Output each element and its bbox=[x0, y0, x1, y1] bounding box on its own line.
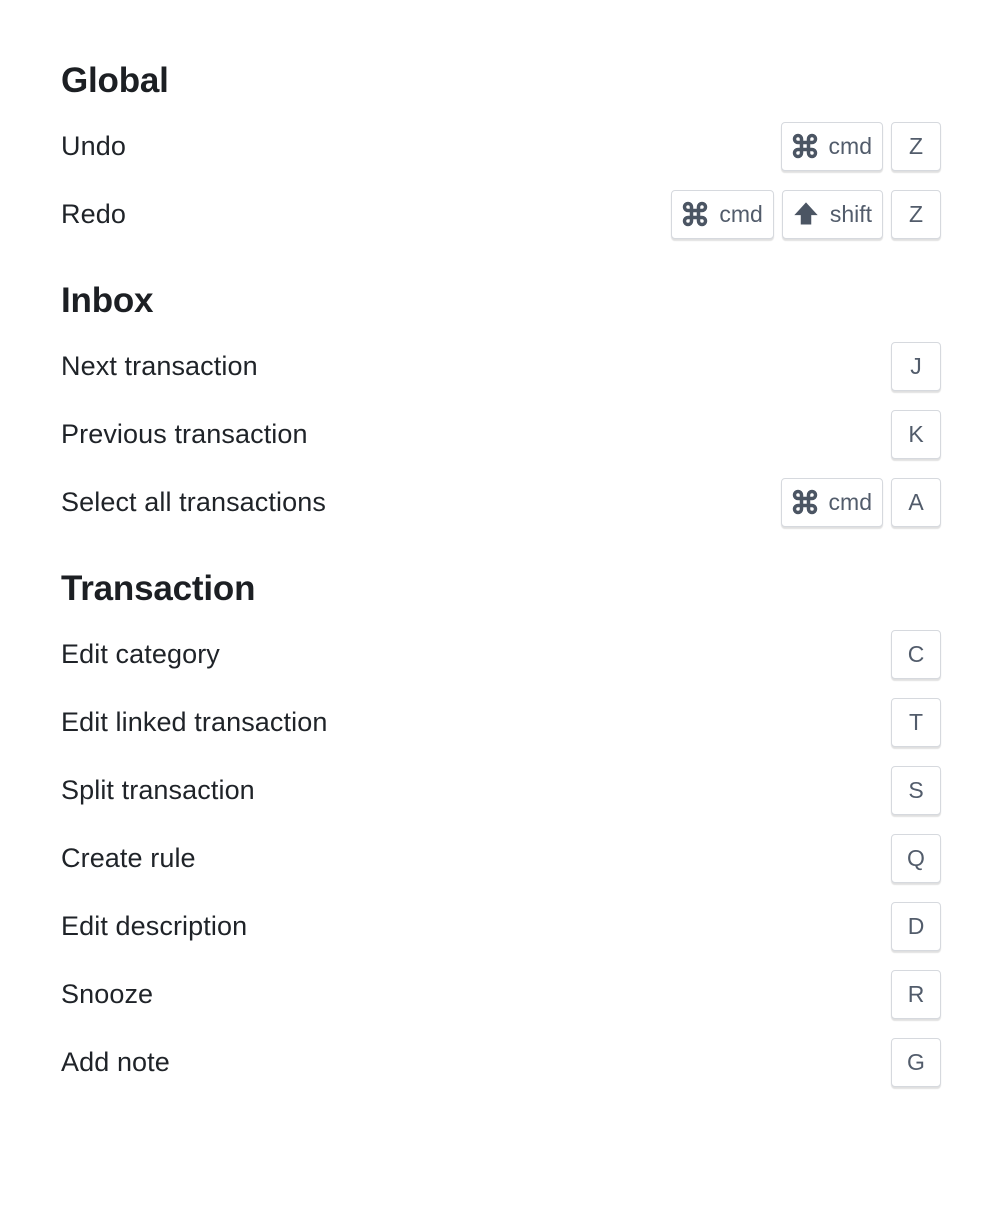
key-label: S bbox=[908, 776, 924, 803]
key-combo: cmd A bbox=[780, 477, 941, 527]
shortcut-row-previous-transaction: Previous transaction K bbox=[61, 400, 941, 468]
shortcut-label: Previous transaction bbox=[61, 418, 308, 449]
shortcut-label: Split transaction bbox=[61, 774, 255, 805]
shortcut-label: Edit category bbox=[61, 638, 220, 669]
shortcut-label: Undo bbox=[61, 130, 126, 161]
key-label: T bbox=[908, 708, 924, 735]
shortcut-row-next-transaction: Next transaction J bbox=[61, 332, 941, 400]
shortcut-row-create-rule: Create rule Q bbox=[61, 824, 941, 892]
key-g: G bbox=[891, 1037, 941, 1087]
shortcut-row-add-note: Add note G bbox=[61, 1028, 941, 1096]
shortcut-label: Create rule bbox=[61, 842, 196, 873]
key-cmd: cmd bbox=[780, 477, 883, 527]
key-combo: J bbox=[891, 341, 941, 391]
key-k: K bbox=[891, 409, 941, 459]
shortcut-label: Edit description bbox=[61, 910, 248, 941]
key-label: K bbox=[908, 420, 924, 447]
key-label: cmd bbox=[828, 488, 872, 515]
shift-arrow-icon bbox=[792, 200, 820, 228]
section-title: Global bbox=[61, 61, 169, 100]
key-combo: T bbox=[891, 697, 941, 747]
key-combo: Q bbox=[891, 833, 941, 883]
key-combo: G bbox=[891, 1037, 941, 1087]
section-transaction: Transaction Edit category C Edit linked … bbox=[61, 564, 941, 1096]
key-t: T bbox=[891, 697, 941, 747]
section-title: Transaction bbox=[61, 569, 256, 608]
command-icon bbox=[791, 132, 819, 160]
shortcut-label: Next transaction bbox=[61, 350, 258, 381]
section-global: Global Undo cmd Z Redo cmd shift Z bbox=[61, 56, 941, 248]
key-d: D bbox=[891, 901, 941, 951]
key-combo: C bbox=[891, 629, 941, 679]
key-label: A bbox=[908, 488, 924, 515]
shortcut-label: Add note bbox=[61, 1046, 170, 1077]
key-label: J bbox=[910, 352, 922, 379]
shortcut-row-edit-description: Edit description D bbox=[61, 892, 941, 960]
key-cmd: cmd bbox=[671, 189, 774, 239]
key-label: R bbox=[907, 980, 925, 1007]
shortcut-row-split-transaction: Split transaction S bbox=[61, 756, 941, 824]
key-label: Z bbox=[908, 200, 924, 227]
key-shift: shift bbox=[781, 189, 883, 239]
shortcut-label: Snooze bbox=[61, 978, 154, 1009]
section-title: Inbox bbox=[61, 281, 154, 320]
key-label: cmd bbox=[719, 200, 763, 227]
key-label: G bbox=[907, 1048, 925, 1075]
key-label: cmd bbox=[828, 132, 872, 159]
shortcut-row-snooze: Snooze R bbox=[61, 960, 941, 1028]
key-a: A bbox=[891, 477, 941, 527]
key-combo: S bbox=[891, 765, 941, 815]
key-combo: cmd Z bbox=[780, 121, 941, 171]
shortcut-label: Redo bbox=[61, 198, 126, 229]
key-r: R bbox=[891, 969, 941, 1019]
key-label: D bbox=[907, 912, 925, 939]
command-icon bbox=[791, 488, 819, 516]
shortcut-label: Edit linked transaction bbox=[61, 706, 328, 737]
shortcut-label: Select all transactions bbox=[61, 486, 326, 517]
key-combo: K bbox=[891, 409, 941, 459]
key-label: shift bbox=[829, 200, 872, 227]
shortcut-row-edit-linked-transaction: Edit linked transaction T bbox=[61, 688, 941, 756]
key-label: C bbox=[907, 640, 925, 667]
key-label: Q bbox=[907, 844, 925, 871]
key-s: S bbox=[891, 765, 941, 815]
key-combo: cmd shift Z bbox=[671, 189, 941, 239]
key-cmd: cmd bbox=[780, 121, 883, 171]
key-z: Z bbox=[891, 189, 941, 239]
key-q: Q bbox=[891, 833, 941, 883]
keyboard-shortcuts-panel: Global Undo cmd Z Redo cmd shift Z Inbox… bbox=[61, 56, 941, 1096]
command-icon bbox=[681, 200, 709, 228]
section-inbox: Inbox Next transaction J Previous transa… bbox=[61, 276, 941, 536]
key-c: C bbox=[891, 629, 941, 679]
shortcut-row-undo: Undo cmd Z bbox=[61, 112, 941, 180]
key-z: Z bbox=[891, 121, 941, 171]
key-j: J bbox=[891, 341, 941, 391]
key-combo: D bbox=[891, 901, 941, 951]
shortcut-row-edit-category: Edit category C bbox=[61, 620, 941, 688]
shortcut-row-redo: Redo cmd shift Z bbox=[61, 180, 941, 248]
key-combo: R bbox=[891, 969, 941, 1019]
key-label: Z bbox=[908, 132, 924, 159]
shortcut-row-select-all-transactions: Select all transactions cmd A bbox=[61, 468, 941, 536]
